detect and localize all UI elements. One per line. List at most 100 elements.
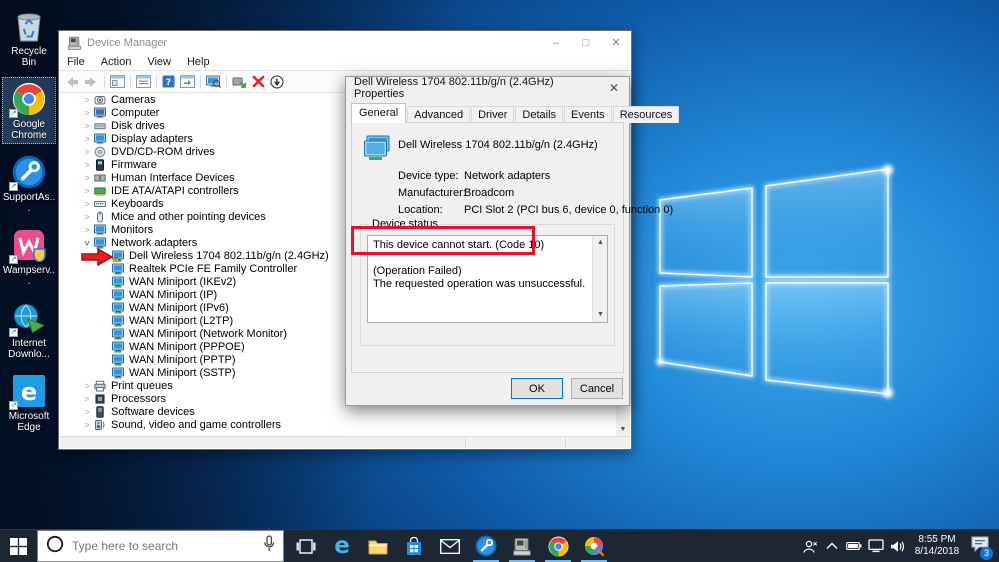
chevron-right-icon[interactable]: > [80, 121, 94, 131]
taskbar-app-edge[interactable]: e [324, 530, 360, 562]
forward-toolbar-icon[interactable] [84, 75, 99, 89]
scan-toolbar-icon[interactable] [206, 75, 221, 89]
svg-text:?: ? [166, 78, 171, 88]
google-chrome-icon: ↗ [9, 81, 47, 118]
desktop-icon-label: Internet Downlo... [8, 338, 50, 360]
console2-toolbar-icon[interactable] [180, 75, 195, 88]
sound-icon [94, 419, 107, 431]
tab-resources[interactable]: Resources [612, 106, 680, 123]
chevron-down-icon[interactable]: > [82, 236, 92, 250]
cancel-button[interactable]: Cancel [571, 378, 623, 399]
search-box[interactable] [37, 530, 284, 562]
tree-item-label: WAN Miniport (Network Monitor) [129, 327, 287, 340]
back-toolbar-icon[interactable] [64, 75, 79, 89]
device-manager-titlebar[interactable]: Device Manager – □ ✕ [59, 31, 631, 54]
disable-toolbar-icon[interactable] [270, 75, 284, 89]
display-icon [94, 133, 107, 145]
chevron-right-icon[interactable]: > [80, 173, 94, 183]
tree-item[interactable]: > Sound, video and game controllers [60, 418, 616, 431]
general-tab-page: Dell Wireless 1704 802.11b/g/n (2.4GHz) … [351, 122, 673, 373]
desktop-icon-label: Recycle Bin [11, 46, 47, 68]
taskbar-app-taskview[interactable] [288, 530, 324, 562]
chevron-right-icon[interactable]: > [80, 186, 94, 196]
tree-item-label: Computer [111, 106, 160, 119]
menu-file[interactable]: File [59, 56, 93, 68]
scroll-down-icon[interactable]: ▼ [593, 308, 608, 322]
device-field-row: Location: PCI Slot 2 (PCI bus 6, device 0… [398, 204, 673, 216]
close-button[interactable]: ✕ [601, 31, 631, 54]
tab-details[interactable]: Details [515, 106, 564, 123]
taskbar-app-support[interactable] [468, 530, 504, 562]
chevron-right-icon[interactable]: > [80, 407, 94, 417]
desktop-icon-supportassist[interactable]: ↗ SupportAs... [2, 150, 56, 217]
microphone-icon[interactable] [263, 535, 275, 557]
tab-advanced[interactable]: Advanced [407, 106, 471, 123]
taskbar-app-chrome[interactable] [540, 530, 576, 562]
desktop-icon-idm[interactable]: ↗ Internet Downlo... [2, 296, 56, 363]
uninstall-toolbar-icon[interactable] [252, 75, 265, 88]
help-toolbar-icon[interactable]: ? [162, 75, 175, 88]
dialog-close-icon[interactable]: ✕ [599, 77, 629, 99]
netchild-icon [112, 367, 125, 379]
battery-icon[interactable] [843, 530, 865, 562]
update-toolbar-icon[interactable] [232, 75, 247, 89]
volume-icon[interactable] [887, 530, 909, 562]
maximize-button[interactable]: □ [571, 31, 601, 54]
chevron-up-icon[interactable] [821, 530, 843, 562]
desktop-icon-recycle-bin[interactable]: Recycle Bin [2, 4, 56, 71]
menu-help[interactable]: Help [179, 56, 218, 68]
chevron-right-icon[interactable]: > [80, 199, 94, 209]
chevron-right-icon[interactable]: > [80, 147, 94, 157]
search-input[interactable] [72, 539, 263, 553]
tab-general[interactable]: General [351, 103, 407, 123]
taskbar-app-store[interactable] [396, 530, 432, 562]
tree-item-label: Realtek PCIe FE Family Controller [129, 262, 298, 275]
clock-time: 8:55 PM [918, 534, 956, 545]
netchild-icon [112, 341, 125, 353]
taskbar-clock[interactable]: 8:55 PM 8/14/2018 [911, 534, 963, 558]
start-button[interactable] [0, 530, 37, 562]
minimize-button[interactable]: – [541, 31, 571, 54]
chevron-right-icon[interactable]: > [80, 212, 94, 222]
chevron-right-icon[interactable]: > [80, 225, 94, 235]
people-icon[interactable] [799, 530, 821, 562]
field-label: Location: [398, 204, 443, 216]
device-status-box[interactable]: This device cannot start. (Code 10) (Ope… [367, 235, 608, 323]
taskbar-app-mail[interactable] [432, 530, 468, 562]
tab-events[interactable]: Events [564, 106, 612, 123]
cortana-icon [46, 535, 64, 558]
tab-driver[interactable]: Driver [471, 106, 515, 123]
desktop-icon-wampserver[interactable]: ↗ Wampserv... [2, 223, 56, 290]
tree-item[interactable]: > Software devices [60, 405, 616, 418]
desktop-icon-microsoft-edge[interactable]: e ↗ Microsoft Edge [2, 369, 56, 436]
chevron-right-icon[interactable]: > [80, 394, 94, 404]
chevron-right-icon[interactable]: > [80, 160, 94, 170]
scroll-down-icon[interactable]: ▼ [616, 423, 630, 436]
chevron-right-icon[interactable]: > [80, 420, 94, 430]
console-toolbar-icon[interactable] [110, 75, 125, 88]
chevron-right-icon[interactable]: > [80, 95, 94, 105]
scroll-up-icon[interactable]: ▲ [593, 236, 608, 250]
dialog-titlebar[interactable]: Dell Wireless 1704 802.11b/g/n (2.4GHz) … [346, 76, 629, 100]
ok-button[interactable]: OK [511, 378, 563, 399]
chevron-right-icon[interactable]: > [80, 381, 94, 391]
status-scrollbar[interactable]: ▲ ▼ [592, 236, 607, 322]
recycle-bin-icon [11, 8, 47, 44]
props-toolbar-icon[interactable] [136, 75, 151, 88]
tree-item-label: IDE ATA/ATAPI controllers [111, 184, 239, 197]
hid-icon [94, 172, 107, 184]
chevron-right-icon[interactable]: > [80, 108, 94, 118]
action-center-button[interactable]: 3 [965, 530, 995, 562]
taskbar-app-devmgr[interactable] [504, 530, 540, 562]
desktop-icon-google-chrome[interactable]: ↗ Google Chrome [2, 77, 56, 144]
network-icon[interactable] [865, 530, 887, 562]
toolbar-separator [130, 74, 131, 89]
desktop-icon-label: Microsoft Edge [8, 411, 50, 433]
taskbar-app-paint[interactable] [576, 530, 612, 562]
firmware-icon [94, 158, 107, 171]
taskbar-app-explorer[interactable] [360, 530, 396, 562]
chevron-right-icon[interactable]: > [80, 134, 94, 144]
toolbar-separator [226, 74, 227, 89]
menu-action[interactable]: Action [93, 56, 140, 68]
menu-view[interactable]: View [139, 56, 179, 68]
